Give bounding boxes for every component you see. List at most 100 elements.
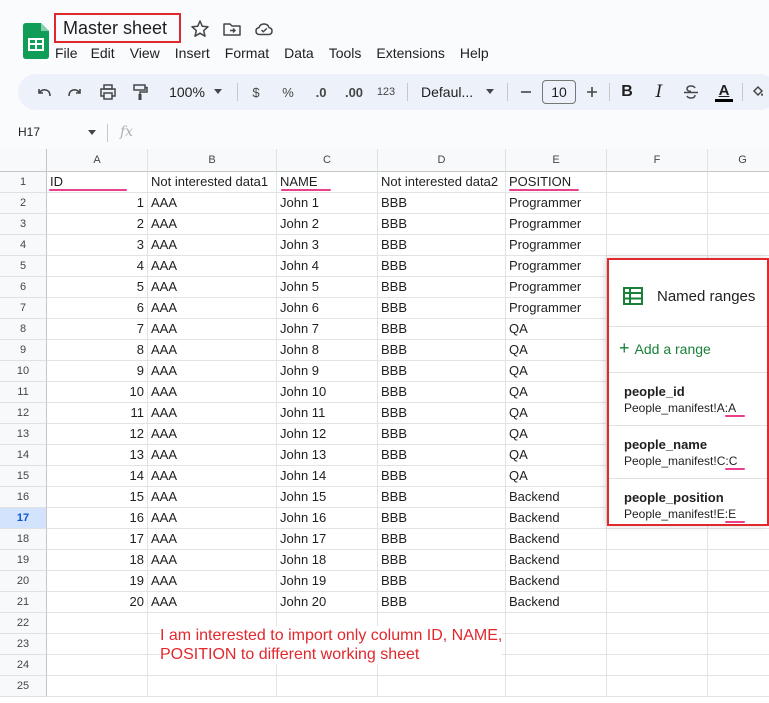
cell[interactable]: Programmer: [506, 193, 607, 214]
strikethrough-button[interactable]: [680, 74, 702, 110]
cell[interactable]: 10: [47, 382, 148, 403]
row-header-14[interactable]: 14: [0, 445, 47, 466]
currency-format-button[interactable]: $: [245, 74, 267, 110]
cell[interactable]: BBB: [378, 487, 506, 508]
cell[interactable]: BBB: [378, 340, 506, 361]
percent-format-button[interactable]: %: [277, 74, 299, 110]
cell[interactable]: BBB: [378, 550, 506, 571]
star-icon[interactable]: [190, 19, 210, 39]
menu-insert[interactable]: Insert: [175, 45, 210, 63]
row-header-1[interactable]: 1: [0, 172, 47, 193]
cell[interactable]: John 19: [277, 571, 378, 592]
cell[interactable]: QA: [506, 445, 607, 466]
row-header-24[interactable]: 24: [0, 655, 47, 676]
column-header-f[interactable]: F: [607, 149, 708, 172]
cell[interactable]: QA: [506, 361, 607, 382]
cell[interactable]: John 8: [277, 340, 378, 361]
cloud-saved-icon[interactable]: [254, 19, 274, 39]
cell[interactable]: [708, 613, 769, 634]
row-header-6[interactable]: 6: [0, 277, 47, 298]
zoom-select[interactable]: 100%: [163, 74, 229, 110]
cell[interactable]: 4: [47, 256, 148, 277]
cell[interactable]: John 2: [277, 214, 378, 235]
cell[interactable]: [506, 613, 607, 634]
row-header-7[interactable]: 7: [0, 298, 47, 319]
cell[interactable]: John 14: [277, 466, 378, 487]
row-header-16[interactable]: 16: [0, 487, 47, 508]
row-header-25[interactable]: 25: [0, 676, 47, 697]
row-header-12[interactable]: 12: [0, 403, 47, 424]
cell[interactable]: Programmer: [506, 235, 607, 256]
fill-color-button[interactable]: [749, 74, 767, 110]
cell[interactable]: AAA: [148, 466, 277, 487]
cell[interactable]: John 11: [277, 403, 378, 424]
cell[interactable]: AAA: [148, 592, 277, 613]
cell[interactable]: [708, 529, 769, 550]
cell[interactable]: 16: [47, 508, 148, 529]
cell[interactable]: [47, 613, 148, 634]
cell[interactable]: 8: [47, 340, 148, 361]
cell[interactable]: AAA: [148, 193, 277, 214]
cell[interactable]: QA: [506, 424, 607, 445]
cell[interactable]: 15: [47, 487, 148, 508]
cell[interactable]: QA: [506, 466, 607, 487]
row-header-19[interactable]: 19: [0, 550, 47, 571]
font-select[interactable]: Defaul...: [415, 74, 499, 110]
cell[interactable]: AAA: [148, 508, 277, 529]
cell[interactable]: [607, 193, 708, 214]
cell[interactable]: [506, 676, 607, 697]
menu-help[interactable]: Help: [460, 45, 489, 63]
cell[interactable]: 2: [47, 214, 148, 235]
cell[interactable]: Programmer: [506, 256, 607, 277]
cell[interactable]: AAA: [148, 256, 277, 277]
cell[interactable]: Backend: [506, 571, 607, 592]
font-size-input[interactable]: 10: [542, 80, 576, 104]
row-header-4[interactable]: 4: [0, 235, 47, 256]
cell[interactable]: [607, 571, 708, 592]
cell[interactable]: 11: [47, 403, 148, 424]
cell[interactable]: [607, 214, 708, 235]
cell[interactable]: BBB: [378, 382, 506, 403]
redo-button[interactable]: [63, 74, 87, 110]
cell[interactable]: Backend: [506, 508, 607, 529]
cell[interactable]: AAA: [148, 298, 277, 319]
cell[interactable]: 19: [47, 571, 148, 592]
cell[interactable]: 7: [47, 319, 148, 340]
cell[interactable]: AAA: [148, 445, 277, 466]
cell[interactable]: [708, 235, 769, 256]
column-header-g[interactable]: G: [708, 149, 769, 172]
text-color-button[interactable]: A: [713, 74, 735, 110]
column-header-b[interactable]: B: [148, 149, 277, 172]
cell[interactable]: [708, 655, 769, 676]
row-header-21[interactable]: 21: [0, 592, 47, 613]
cell[interactable]: Programmer: [506, 298, 607, 319]
select-all-corner[interactable]: [0, 149, 47, 172]
cell[interactable]: Backend: [506, 550, 607, 571]
cell[interactable]: [708, 550, 769, 571]
cell[interactable]: [607, 592, 708, 613]
cell[interactable]: Programmer: [506, 277, 607, 298]
cell[interactable]: [506, 634, 607, 655]
cell[interactable]: [607, 634, 708, 655]
decrease-decimal-button[interactable]: .0: [308, 74, 334, 110]
cell[interactable]: 14: [47, 466, 148, 487]
cell[interactable]: 9: [47, 361, 148, 382]
cell[interactable]: Programmer: [506, 214, 607, 235]
row-header-23[interactable]: 23: [0, 634, 47, 655]
cell[interactable]: Backend: [506, 487, 607, 508]
row-header-10[interactable]: 10: [0, 361, 47, 382]
cell[interactable]: [607, 235, 708, 256]
cell[interactable]: BBB: [378, 529, 506, 550]
paint-format-button[interactable]: [128, 74, 152, 110]
cell[interactable]: AAA: [148, 487, 277, 508]
cell[interactable]: John 10: [277, 382, 378, 403]
cell[interactable]: [708, 193, 769, 214]
cell[interactable]: AAA: [148, 340, 277, 361]
cell[interactable]: QA: [506, 340, 607, 361]
cell[interactable]: John 9: [277, 361, 378, 382]
move-folder-icon[interactable]: [222, 19, 242, 39]
cell[interactable]: [378, 676, 506, 697]
cell[interactable]: 6: [47, 298, 148, 319]
cell[interactable]: AAA: [148, 277, 277, 298]
cell[interactable]: 13: [47, 445, 148, 466]
